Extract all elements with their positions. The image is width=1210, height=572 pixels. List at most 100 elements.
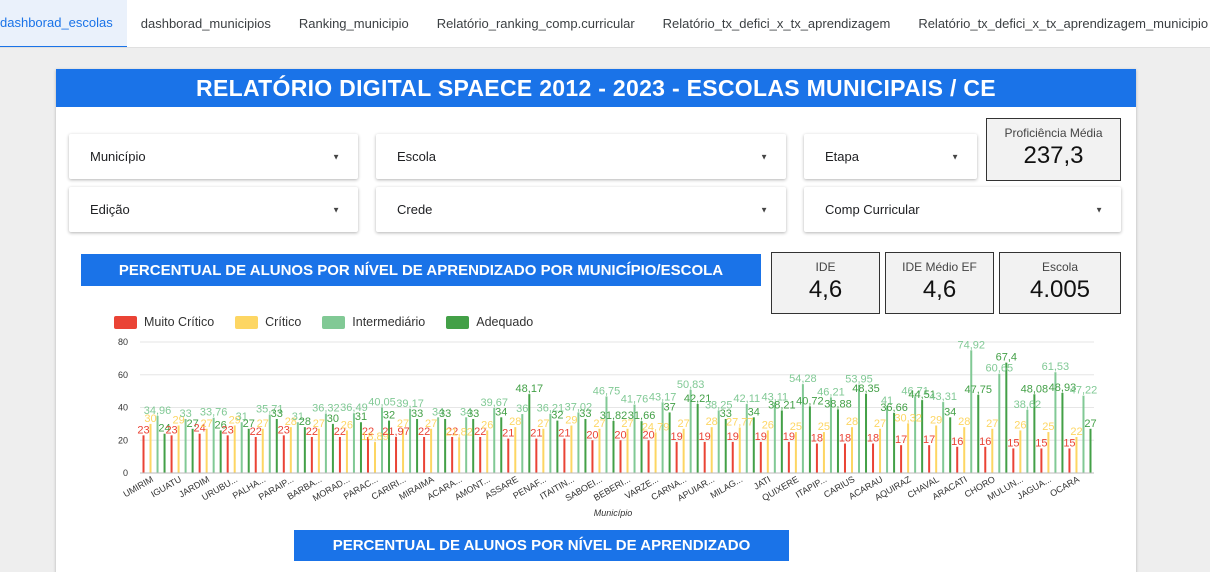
bar — [282, 435, 285, 473]
data-label: 28 — [958, 416, 970, 428]
data-label: 41,76 — [621, 394, 649, 406]
nivel-aprendizado-chart: 020406080233034,9624UMIRIM23293327IGUATU… — [118, 337, 1098, 518]
tab-dashborad-municipios[interactable]: dashborad_municipios — [127, 0, 285, 47]
legend-swatch — [235, 315, 259, 329]
tab-relatorio-tx-defici-aprendizagem-municipio[interactable]: Relatório_tx_defici_x_tx_aprendizagem_mu… — [904, 0, 1210, 47]
scorecard-value: 4.005 — [1029, 276, 1091, 303]
y-tick-label: 60 — [118, 370, 128, 380]
data-label: 54,28 — [789, 373, 817, 385]
bar — [338, 436, 341, 473]
data-label: 25 — [818, 421, 830, 433]
data-label: 38,88 — [824, 398, 852, 410]
data-label: 28 — [846, 416, 858, 428]
data-label: 60,65 — [986, 363, 1014, 375]
bar — [928, 445, 931, 473]
bar — [850, 427, 853, 473]
bar — [654, 432, 657, 473]
legend-swatch — [322, 315, 346, 329]
x-tick-label: IGUATU — [149, 474, 183, 499]
municipio-filter[interactable]: Município ▼ — [69, 134, 358, 179]
crede-filter[interactable]: Crede ▼ — [376, 187, 786, 232]
legend-item-adequado[interactable]: Adequado — [446, 315, 533, 329]
data-label: 42,11 — [733, 393, 760, 405]
data-label: 48,17 — [516, 383, 544, 395]
legend-item-muito-critico[interactable]: Muito Crítico — [114, 315, 214, 329]
data-label: 34,96 — [144, 405, 172, 417]
bar — [373, 442, 376, 473]
bar — [1026, 409, 1029, 473]
dropdown-arrow-icon: ▼ — [332, 152, 340, 161]
tab-relatorio-tx-defici-aprendizagem[interactable]: Relatório_tx_defici_x_tx_aprendizagem — [649, 0, 905, 47]
bar — [177, 425, 180, 473]
tab-dashborad-escolas[interactable]: dashborad_escolas — [0, 0, 127, 47]
data-label: 47,22 — [1070, 385, 1098, 397]
scorecard-label: Proficiência Média — [1004, 126, 1103, 140]
comp-curricular-filter[interactable]: Comp Curricular ▼ — [804, 187, 1121, 232]
chart-title-banner: PERCENTUAL DE ALUNOS POR NÍVEL DE APREND… — [81, 254, 761, 286]
data-label: 48,08 — [1021, 383, 1049, 395]
bar — [198, 433, 201, 473]
data-label: 61,53 — [1042, 361, 1070, 373]
etapa-filter[interactable]: Etapa ▼ — [804, 134, 977, 179]
data-label: 37 — [663, 401, 675, 413]
bar — [998, 373, 1001, 473]
bar — [963, 427, 966, 473]
data-label: 15 — [1035, 437, 1047, 449]
data-label: 27 — [678, 418, 690, 430]
data-label: 27 — [425, 418, 437, 430]
municipio-filter-label: Município — [90, 149, 146, 164]
data-label: 27 — [201, 418, 213, 430]
tab-bar: dashborad_escolas dashborad_municipios R… — [0, 0, 1210, 48]
bar — [591, 440, 594, 473]
bar — [900, 445, 903, 473]
data-label: 24,79 — [642, 421, 670, 433]
bar — [766, 430, 769, 473]
data-label: 46,21 — [817, 386, 845, 398]
etapa-filter-label: Etapa — [825, 149, 859, 164]
bar — [486, 430, 489, 473]
bar — [563, 438, 566, 473]
tab-ranking-municipio[interactable]: Ranking_municipio — [285, 0, 423, 47]
bar — [872, 443, 875, 473]
bar — [296, 422, 299, 473]
legend-item-critico[interactable]: Crítico — [235, 315, 301, 329]
bar — [907, 423, 910, 473]
bar — [843, 443, 846, 473]
bar — [858, 384, 861, 473]
x-tick-label: ITAPIP... — [794, 474, 829, 500]
legend-item-intermediario[interactable]: Intermediário — [322, 315, 425, 329]
bar — [577, 412, 580, 473]
bar — [970, 350, 973, 473]
data-label: 27 — [986, 418, 998, 430]
escola-filter-label: Escola — [397, 149, 437, 164]
data-label: 30 — [327, 413, 339, 425]
tab-relatorio-ranking-comp-curricular[interactable]: Relatório_ranking_comp.curricular — [423, 0, 649, 47]
data-label: 21 — [558, 428, 570, 440]
bar — [149, 423, 152, 473]
data-label: 29 — [565, 415, 577, 427]
data-label: 21 — [502, 428, 514, 440]
bar — [1012, 448, 1015, 473]
bar — [935, 425, 938, 473]
bar — [549, 413, 552, 473]
escola-filter[interactable]: Escola ▼ — [376, 134, 786, 179]
bar — [759, 441, 762, 473]
report-page: RELATÓRIO DIGITAL SPAECE 2012 - 2023 - E… — [56, 69, 1136, 572]
scorecard-value: 237,3 — [1023, 142, 1084, 169]
bar — [142, 435, 145, 473]
data-label: 36 — [516, 403, 528, 415]
ide-medio-ef-scorecard: IDE Médio EF 4,6 — [885, 252, 994, 314]
data-label: 33 — [467, 408, 479, 420]
data-label: 27 — [874, 418, 886, 430]
bar — [233, 425, 236, 473]
data-label: 34 — [748, 406, 760, 418]
bar — [1047, 432, 1050, 473]
edicao-filter[interactable]: Edição ▼ — [69, 187, 358, 232]
bar — [914, 396, 917, 473]
chart-legend: Muito Crítico Crítico Intermediário Adeq… — [114, 315, 554, 329]
bar — [542, 428, 545, 473]
legend-swatch — [446, 315, 470, 329]
legend-label: Intermediário — [352, 315, 426, 329]
edicao-filter-label: Edição — [90, 202, 130, 217]
bar — [675, 441, 678, 473]
